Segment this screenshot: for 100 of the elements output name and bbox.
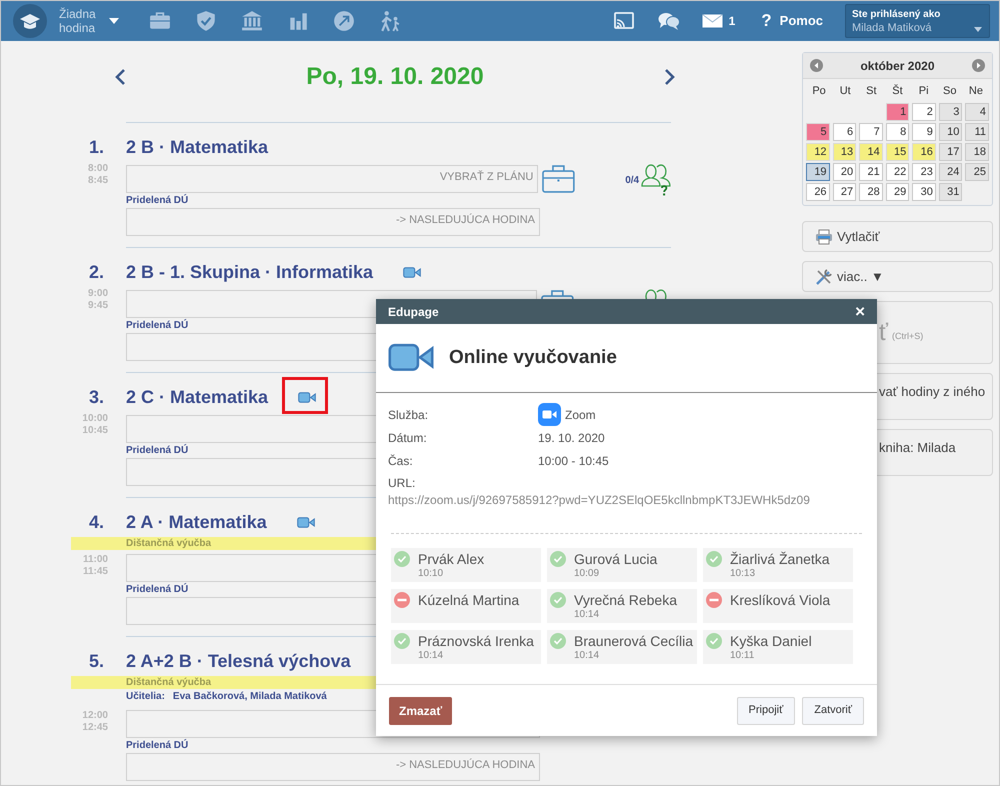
calendar-day[interactable]: 27: [832, 183, 856, 201]
message-count: 1: [728, 13, 736, 30]
calendar-day[interactable]: 21: [859, 163, 883, 181]
calendar-day[interactable]: 12: [806, 143, 830, 161]
participant-name: Gurová Lucia: [574, 551, 658, 567]
lesson-time: 8:00: [86, 163, 108, 175]
calendar-day[interactable]: 8: [886, 123, 910, 141]
join-time: 10:13: [730, 568, 756, 580]
close-button[interactable]: ×: [855, 303, 865, 320]
participant-name: Kúzelná Martina: [418, 592, 520, 608]
weekday-label: Št: [891, 83, 904, 99]
graduation-cap-icon[interactable]: [13, 4, 47, 38]
circle-icon[interactable]: [333, 10, 355, 32]
teachers-label: Učitelia:: [126, 690, 165, 704]
calendar-day[interactable]: 25: [965, 163, 989, 181]
meeting-link[interactable]: https://zoom.us/j/92697585912?pwd=YUZ2SElqOE5kcllnbmpKT3JEWHk5dz09: [388, 492, 865, 509]
video-camera-icon[interactable]: [298, 392, 316, 402]
lesson-title[interactable]: 2 A · Matematika: [126, 510, 267, 534]
weekday-label: Po: [811, 84, 827, 99]
calendar-day[interactable]: 28: [859, 183, 883, 201]
shield-icon[interactable]: [195, 10, 217, 32]
caret-icon: [974, 27, 982, 32]
dialog-button[interactable]: Pripojiť: [736, 696, 796, 724]
lesson-title[interactable]: 2 B - 1. Skupina · Informatika: [126, 260, 374, 284]
join-time: 10:14: [574, 650, 600, 662]
homework-label: Pridelená DÚ: [126, 443, 190, 458]
calendar-day[interactable]: 3: [938, 103, 962, 121]
lesson-time: 11:00: [82, 554, 108, 566]
participant-name: Kreslíková Viola: [730, 592, 830, 608]
dialog-heading: Online vyučovanie: [449, 346, 617, 370]
calendar-day[interactable]: 14: [859, 143, 883, 161]
delete-button[interactable]: Zmazať: [389, 696, 452, 724]
tools-icon: [815, 268, 833, 286]
previous-month-button[interactable]: [810, 59, 823, 72]
calendar-day[interactable]: 26: [806, 183, 830, 201]
help-link[interactable]: Pomoc: [780, 11, 823, 31]
date-title: Po, 19. 10. 2020: [306, 62, 484, 92]
calendar-day[interactable]: 15: [886, 143, 910, 161]
lesson-time: 9:45: [86, 300, 108, 312]
calendar-day[interactable]: 4: [965, 103, 989, 121]
calendar-day[interactable]: 11: [965, 123, 989, 141]
bank-icon[interactable]: [241, 10, 263, 32]
calendar-day[interactable]: 30: [912, 183, 936, 201]
user-menu[interactable]: Ste prihlásený ako Milada Matiková: [845, 4, 990, 38]
cast-icon[interactable]: [612, 11, 635, 31]
lesson-time: 8:45: [86, 175, 108, 187]
participant-name: Braunerová Cecília: [574, 633, 694, 649]
join-time: 10:09: [574, 568, 600, 580]
calendar-day[interactable]: 1: [886, 103, 910, 121]
participant-name: Práznovská Irenka: [418, 633, 534, 649]
print-button[interactable]: Vytlačiť: [802, 221, 993, 252]
calendar-day[interactable]: 7: [859, 123, 883, 141]
calendar-day[interactable]: 10: [938, 123, 962, 141]
briefcase-icon[interactable]: [542, 164, 576, 194]
calendar-day[interactable]: 22: [886, 163, 910, 181]
video-camera-icon[interactable]: [403, 266, 422, 278]
help-icon[interactable]: ?: [761, 8, 772, 34]
caret-icon: [109, 18, 119, 24]
calendar-day[interactable]: 24: [938, 163, 962, 181]
calendar-day[interactable]: 31: [938, 183, 962, 201]
chat-icon[interactable]: [658, 11, 680, 31]
lesson-title[interactable]: 2 C · Matematika: [126, 385, 268, 409]
printer-icon: [815, 228, 833, 244]
calendar-day[interactable]: 2: [912, 103, 936, 121]
video-camera-icon: [538, 403, 561, 426]
join-time: 10:14: [418, 650, 444, 662]
people-icon[interactable]: [641, 164, 671, 197]
detail-label: Čas:: [388, 452, 414, 470]
detail-label: Dátum:: [388, 430, 428, 446]
detail-value: 10:00 - 10:45: [538, 452, 610, 470]
next-month-button[interactable]: [972, 59, 985, 72]
calendar-day[interactable]: 6: [832, 123, 856, 141]
attendance-count: 0/4: [625, 174, 640, 188]
weekday-label: Pi: [918, 84, 930, 99]
calendar-day[interactable]: 29: [886, 183, 910, 201]
calendar-day[interactable]: 17: [938, 143, 962, 161]
lesson-time: 12:45: [81, 722, 108, 734]
calendar-day[interactable]: 20: [832, 163, 856, 181]
lesson-title[interactable]: 2 B · Matematika: [126, 135, 268, 159]
detail-value: 19. 10. 2020: [538, 430, 606, 446]
video-camera-icon[interactable]: [296, 516, 315, 528]
weekday-label: So: [942, 84, 958, 99]
video-camera-icon: [388, 343, 434, 373]
lesson-time: 10:45: [81, 425, 108, 437]
user-caption: Ste prihlásený ako: [852, 8, 942, 21]
envelope-icon[interactable]: [702, 14, 723, 28]
calendar-day[interactable]: 18: [965, 143, 989, 161]
more-button[interactable]: viac.. ▼: [802, 261, 993, 292]
calendar-day[interactable]: 5: [806, 123, 830, 141]
calendar-day[interactable]: 16: [912, 143, 936, 161]
lesson-time: 10:00: [81, 413, 108, 425]
calendar-day[interactable]: 13: [832, 143, 856, 161]
calendar-day[interactable]: 9: [912, 123, 936, 141]
calendar-day[interactable]: 23: [912, 163, 936, 181]
participant-name: Žiarlivá Žanetka: [730, 551, 830, 567]
weekday-label: Ut: [838, 84, 852, 99]
calendar-day[interactable]: 19: [806, 163, 830, 181]
dialog-button[interactable]: Zatvoriť: [802, 696, 864, 724]
walking-people-icon[interactable]: [379, 10, 401, 32]
lesson-title[interactable]: 2 A+2 B · Telesná výchova: [126, 649, 351, 673]
